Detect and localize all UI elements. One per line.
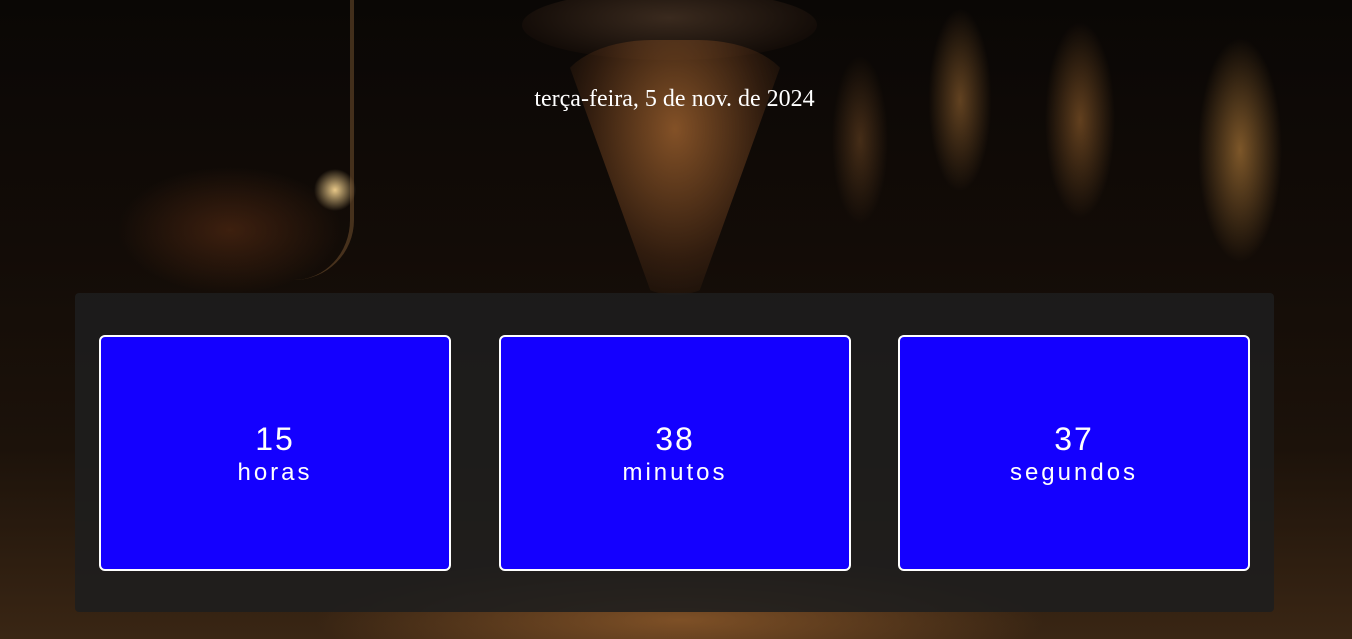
minutes-value: 38 bbox=[655, 421, 695, 457]
hours-label: horas bbox=[237, 459, 313, 486]
seconds-value: 37 bbox=[1054, 421, 1094, 457]
minutes-label: minutos bbox=[622, 459, 728, 486]
hourglass-stand bbox=[245, 0, 354, 280]
seconds-card: 37 segundos bbox=[898, 335, 1250, 571]
current-date: terça-feira, 5 de nov. de 2024 bbox=[534, 86, 815, 112]
seconds-label: segundos bbox=[1009, 459, 1139, 486]
hours-value: 15 bbox=[255, 421, 295, 457]
hours-card: 15 horas bbox=[99, 335, 451, 571]
clock-panel: 15 horas 38 minutos 37 segundos bbox=[75, 293, 1274, 612]
minutes-card: 38 minutos bbox=[499, 335, 851, 571]
hourglass-glass bbox=[560, 40, 790, 295]
